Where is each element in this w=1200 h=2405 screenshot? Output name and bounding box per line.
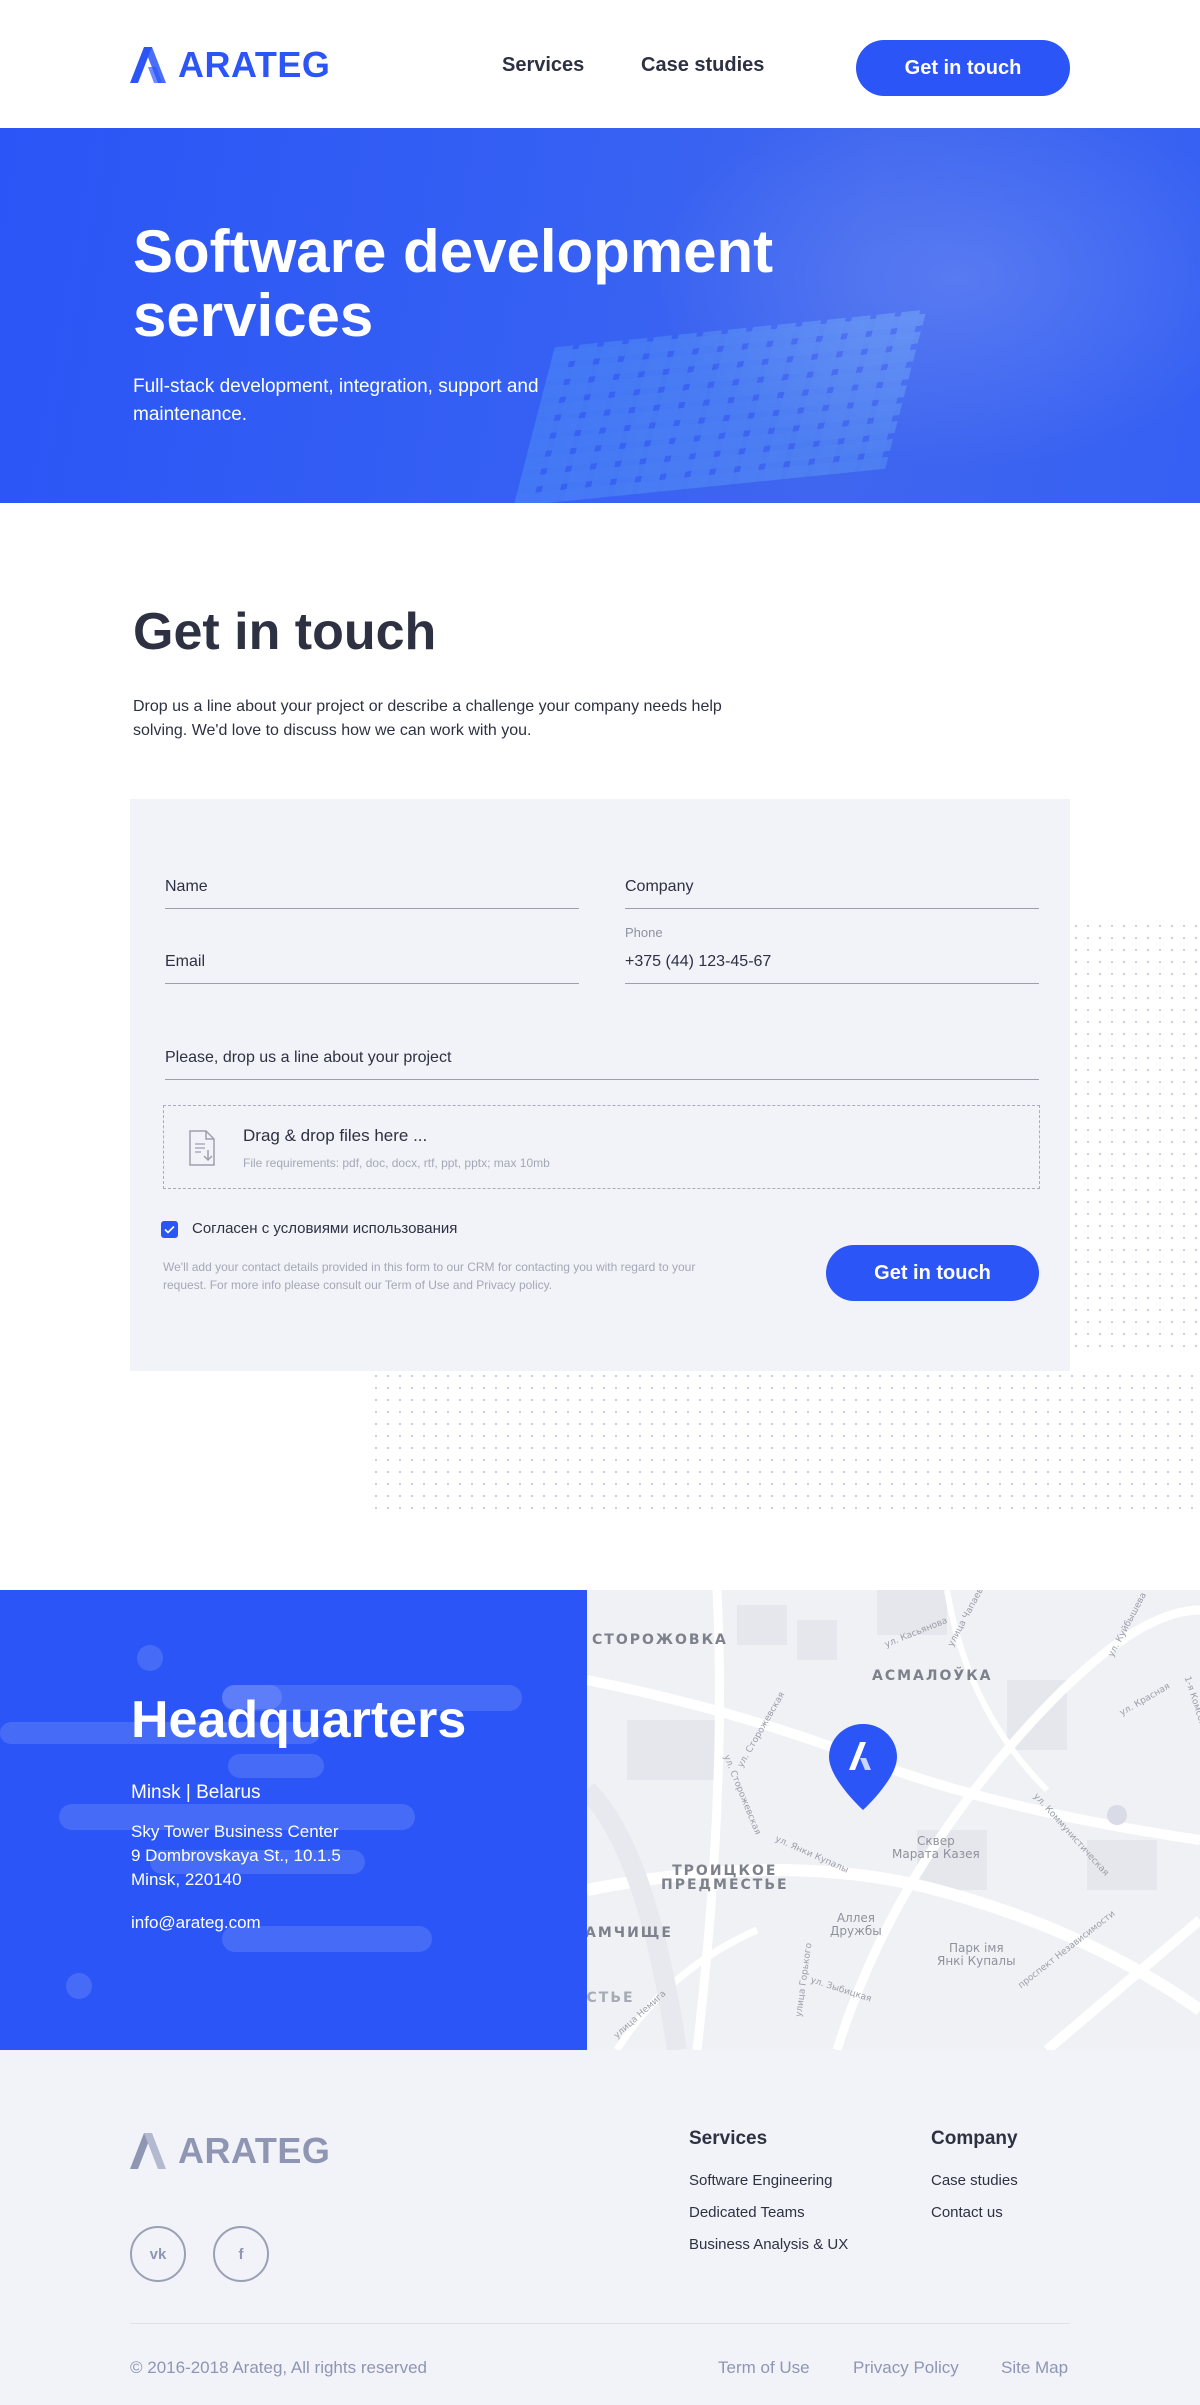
nav-services[interactable]: Services: [502, 54, 584, 77]
company-placeholder: Company: [625, 878, 694, 895]
file-dropzone[interactable]: Drag & drop files here ... File requirem…: [163, 1105, 1040, 1189]
footer-link-dedicated-teams[interactable]: Dedicated Teams: [689, 2204, 805, 2221]
headquarters-city: Minsk | Belarus: [131, 1782, 261, 1803]
dropzone-requirements: File requirements: pdf, doc, docx, rtf, …: [243, 1156, 550, 1170]
message-placeholder: Please, drop us a line about your projec…: [165, 1049, 452, 1066]
footer-company-title: Company: [931, 2128, 1018, 2149]
map-label: АСМАЛОЎКА: [872, 1668, 993, 1684]
hero-subtitle: Full-stack development, integration, sup…: [133, 376, 539, 425]
headquarters-address: Sky Tower Business Center 9 Dombrovskaya…: [131, 1820, 341, 1892]
copyright: © 2016-2018 Arateg, All rights reserved: [130, 2358, 427, 2377]
consent-label[interactable]: Согласен с условиями использования: [192, 1220, 457, 1237]
address-line: 9 Dombrovskaya St., 10.1.5: [131, 1846, 341, 1865]
footer-link-contact-us[interactable]: Contact us: [931, 2204, 1003, 2221]
contact-description: Drop us a line about your project or des…: [133, 698, 722, 739]
footer-link-business-analysis[interactable]: Business Analysis & UX: [689, 2236, 848, 2253]
footer-services-title: Services: [689, 2128, 768, 2149]
map-location-pin-icon[interactable]: [827, 1722, 899, 1812]
decorative-dots: [370, 1370, 1200, 1515]
decorative-shape: [66, 1973, 92, 1999]
facebook-glyph: f: [238, 2245, 244, 2263]
company-field[interactable]: Company: [625, 863, 1039, 909]
footer-link-software-engineering[interactable]: Software Engineering: [689, 2172, 832, 2189]
footer-logo[interactable]: ARATEG: [130, 2130, 330, 2172]
decorative-shape: [137, 1645, 163, 1671]
contact-title: Get in touch: [133, 603, 437, 661]
hero-title: Software development services: [133, 218, 774, 349]
site-header: ARATEG Services Case studies Get in touc…: [0, 0, 1200, 128]
decorative-shape: [228, 1754, 324, 1778]
footer-link-case-studies[interactable]: Case studies: [931, 2172, 1018, 2189]
consent-checkbox[interactable]: [161, 1221, 178, 1238]
logo[interactable]: ARATEG: [130, 44, 330, 86]
email-field[interactable]: Email: [165, 925, 579, 984]
checkmark-icon: [164, 1225, 175, 1234]
header-get-in-touch-button[interactable]: Get in touch: [856, 40, 1070, 96]
message-field[interactable]: Please, drop us a line about your projec…: [165, 1021, 1039, 1080]
name-placeholder: Name: [165, 878, 208, 895]
facebook-icon[interactable]: f: [213, 2226, 269, 2282]
hero-banner: Software development services Full-stack…: [0, 128, 1200, 503]
logo-mark-icon: [130, 2133, 166, 2169]
terms-link[interactable]: Term of Use: [718, 2358, 810, 2378]
office-map[interactable]: СТОРОЖОВКА АСМАЛОЎКА ТРОИЦКОЕ ПРЕДМЕСТЬЕ…: [587, 1590, 1200, 2050]
headquarters-email[interactable]: info@arateg.com: [131, 1913, 261, 1933]
address-line: Sky Tower Business Center: [131, 1822, 339, 1841]
privacy-note: We'll add your contact details provided …: [163, 1260, 696, 1292]
headquarters-panel: Headquarters Minsk | Belarus Sky Tower B…: [0, 1590, 587, 2050]
nav-case-studies[interactable]: Case studies: [641, 54, 764, 77]
map-label: ТРОИЦКОЕ ПРЕДМЕСТЬЕ: [661, 1863, 789, 1893]
logo-text: ARATEG: [178, 44, 331, 85]
vk-icon[interactable]: vk: [130, 2226, 186, 2282]
phone-field[interactable]: Phone +375 (44) 123-45-67: [625, 925, 1039, 984]
email-placeholder: Email: [165, 953, 206, 970]
file-upload-icon: [189, 1130, 215, 1166]
phone-value: +375 (44) 123-45-67: [625, 953, 772, 970]
headquarters-title: Headquarters: [131, 1691, 467, 1749]
contact-form: Name Company Email Phone +375 (44) 123-4…: [130, 799, 1070, 1371]
privacy-link[interactable]: Privacy Policy: [853, 2358, 959, 2378]
decorative-dots: [1070, 920, 1200, 1350]
site-footer: ARATEG vk f Services Software Engineerin…: [0, 2050, 1200, 2405]
sitemap-link[interactable]: Site Map: [1001, 2358, 1068, 2378]
name-field[interactable]: Name: [165, 863, 579, 909]
map-label: СТОРОЖОВКА: [592, 1632, 728, 1648]
map-label: Сквер Марата Казея: [892, 1834, 980, 1861]
map-label: АМЧИЩЕ: [587, 1925, 673, 1941]
footer-divider: [130, 2323, 1070, 2324]
map-label: Парк імя Янкі Купалы: [937, 1941, 1016, 1968]
dropzone-title: Drag & drop files here ...: [243, 1126, 428, 1145]
map-label: ПРЕДМЕСТЬЕ: [587, 1990, 635, 2006]
address-line: Minsk, 220140: [131, 1870, 242, 1889]
logo-mark-icon: [130, 47, 166, 83]
footer-logo-text: ARATEG: [178, 2130, 331, 2171]
map-streets: [587, 1590, 1200, 2050]
map-label: Аллея Дружбы: [830, 1911, 882, 1938]
phone-label: Phone: [625, 925, 663, 940]
submit-button[interactable]: Get in touch: [826, 1245, 1039, 1301]
vk-glyph: vk: [149, 2245, 167, 2263]
